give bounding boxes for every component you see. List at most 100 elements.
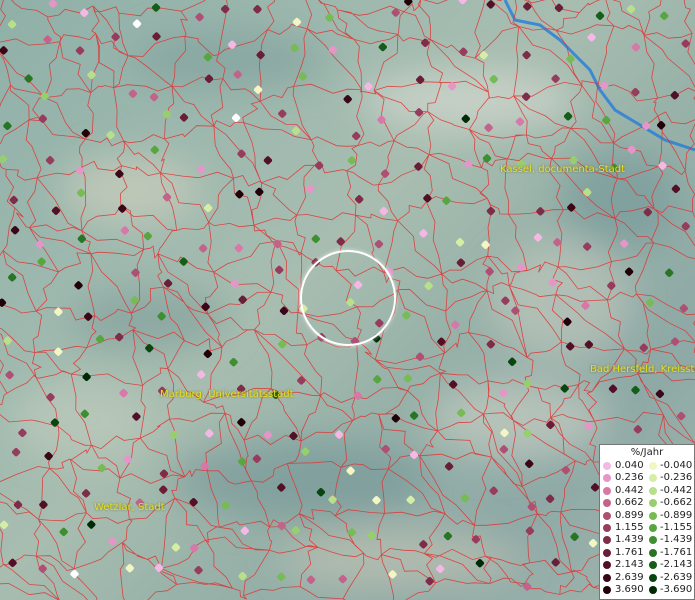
station-marker[interactable] <box>450 320 460 330</box>
station-marker[interactable] <box>70 569 80 579</box>
station-marker[interactable] <box>131 268 141 278</box>
station-marker[interactable] <box>455 237 465 247</box>
station-marker[interactable] <box>486 206 496 216</box>
station-marker[interactable] <box>107 536 117 546</box>
station-marker[interactable] <box>50 418 60 428</box>
station-marker[interactable] <box>162 109 172 119</box>
station-marker[interactable] <box>125 563 135 573</box>
station-marker[interactable] <box>290 43 300 53</box>
station-marker[interactable] <box>273 239 283 249</box>
station-marker[interactable] <box>3 336 13 346</box>
station-marker[interactable] <box>316 487 326 497</box>
station-marker[interactable] <box>9 195 19 205</box>
station-marker[interactable] <box>676 411 686 421</box>
station-marker[interactable] <box>381 444 391 454</box>
station-marker[interactable] <box>420 38 430 48</box>
station-marker[interactable] <box>489 486 499 496</box>
station-marker[interactable] <box>545 494 555 504</box>
station-marker[interactable] <box>441 196 451 206</box>
station-marker[interactable] <box>510 306 520 316</box>
station-marker[interactable] <box>456 408 466 418</box>
station-marker[interactable] <box>79 8 89 18</box>
station-marker[interactable] <box>522 50 532 60</box>
station-marker[interactable] <box>354 194 364 204</box>
station-marker[interactable] <box>582 187 592 197</box>
station-marker[interactable] <box>409 450 419 460</box>
station-marker[interactable] <box>234 189 244 199</box>
station-marker[interactable] <box>659 11 669 21</box>
station-marker[interactable] <box>117 204 127 214</box>
station-marker[interactable] <box>311 234 321 244</box>
station-marker[interactable] <box>231 113 241 123</box>
station-marker[interactable] <box>347 155 357 165</box>
station-marker[interactable] <box>119 388 129 398</box>
station-marker[interactable] <box>51 206 61 216</box>
station-marker[interactable] <box>379 206 389 216</box>
station-marker[interactable] <box>38 500 48 510</box>
station-marker[interactable] <box>277 339 287 349</box>
station-marker[interactable] <box>545 420 555 430</box>
station-marker[interactable] <box>131 412 141 422</box>
station-marker[interactable] <box>196 370 206 380</box>
station-marker[interactable] <box>525 526 535 536</box>
station-marker[interactable] <box>114 332 124 342</box>
station-marker[interactable] <box>522 2 532 12</box>
station-marker[interactable] <box>486 339 496 349</box>
station-marker[interactable] <box>595 11 605 21</box>
station-marker[interactable] <box>516 262 526 272</box>
station-marker[interactable] <box>87 70 97 80</box>
station-marker[interactable] <box>97 463 107 473</box>
station-marker[interactable] <box>527 502 537 512</box>
station-marker[interactable] <box>292 17 302 27</box>
station-marker[interactable] <box>291 525 301 535</box>
station-marker[interactable] <box>13 500 23 510</box>
station-marker[interactable] <box>458 47 468 57</box>
station-marker[interactable] <box>458 0 468 5</box>
station-marker[interactable] <box>524 459 534 469</box>
station-marker[interactable] <box>276 483 286 493</box>
station-marker[interactable] <box>300 447 310 457</box>
station-marker[interactable] <box>154 563 164 573</box>
station-marker[interactable] <box>535 206 545 216</box>
station-marker[interactable] <box>38 114 48 124</box>
station-marker[interactable] <box>443 531 453 541</box>
station-marker[interactable] <box>123 454 133 464</box>
station-marker[interactable] <box>584 340 594 350</box>
station-marker[interactable] <box>81 488 91 498</box>
station-marker[interactable] <box>204 74 214 84</box>
station-marker[interactable] <box>314 161 324 171</box>
station-marker[interactable] <box>343 94 353 104</box>
station-marker[interactable] <box>551 557 561 567</box>
station-marker[interactable] <box>171 542 181 552</box>
station-marker[interactable] <box>681 221 691 231</box>
station-marker[interactable] <box>162 192 172 202</box>
station-marker[interactable] <box>252 454 262 464</box>
station-marker[interactable] <box>80 409 90 419</box>
station-marker[interactable] <box>81 128 91 138</box>
station-marker[interactable] <box>630 87 640 97</box>
station-marker[interactable] <box>53 347 63 357</box>
station-marker[interactable] <box>363 82 373 92</box>
station-marker[interactable] <box>157 311 167 321</box>
station-marker[interactable] <box>374 239 384 249</box>
station-marker[interactable] <box>196 164 206 174</box>
station-marker[interactable] <box>424 281 434 291</box>
station-marker[interactable] <box>144 343 154 353</box>
station-marker[interactable] <box>263 155 273 165</box>
station-marker[interactable] <box>377 115 387 125</box>
station-marker[interactable] <box>37 257 47 267</box>
station-marker[interactable] <box>523 379 533 389</box>
station-marker[interactable] <box>484 123 494 133</box>
station-marker[interactable] <box>296 376 306 386</box>
station-marker[interactable] <box>587 32 597 42</box>
station-marker[interactable] <box>601 115 611 125</box>
station-marker[interactable] <box>346 466 356 476</box>
station-marker[interactable] <box>447 81 457 91</box>
station-marker[interactable] <box>83 312 93 322</box>
station-marker[interactable] <box>95 334 105 344</box>
station-marker[interactable] <box>324 13 334 23</box>
station-marker[interactable] <box>263 430 273 440</box>
station-marker[interactable] <box>425 576 435 586</box>
station-marker[interactable] <box>347 527 357 537</box>
station-marker[interactable] <box>353 391 363 401</box>
